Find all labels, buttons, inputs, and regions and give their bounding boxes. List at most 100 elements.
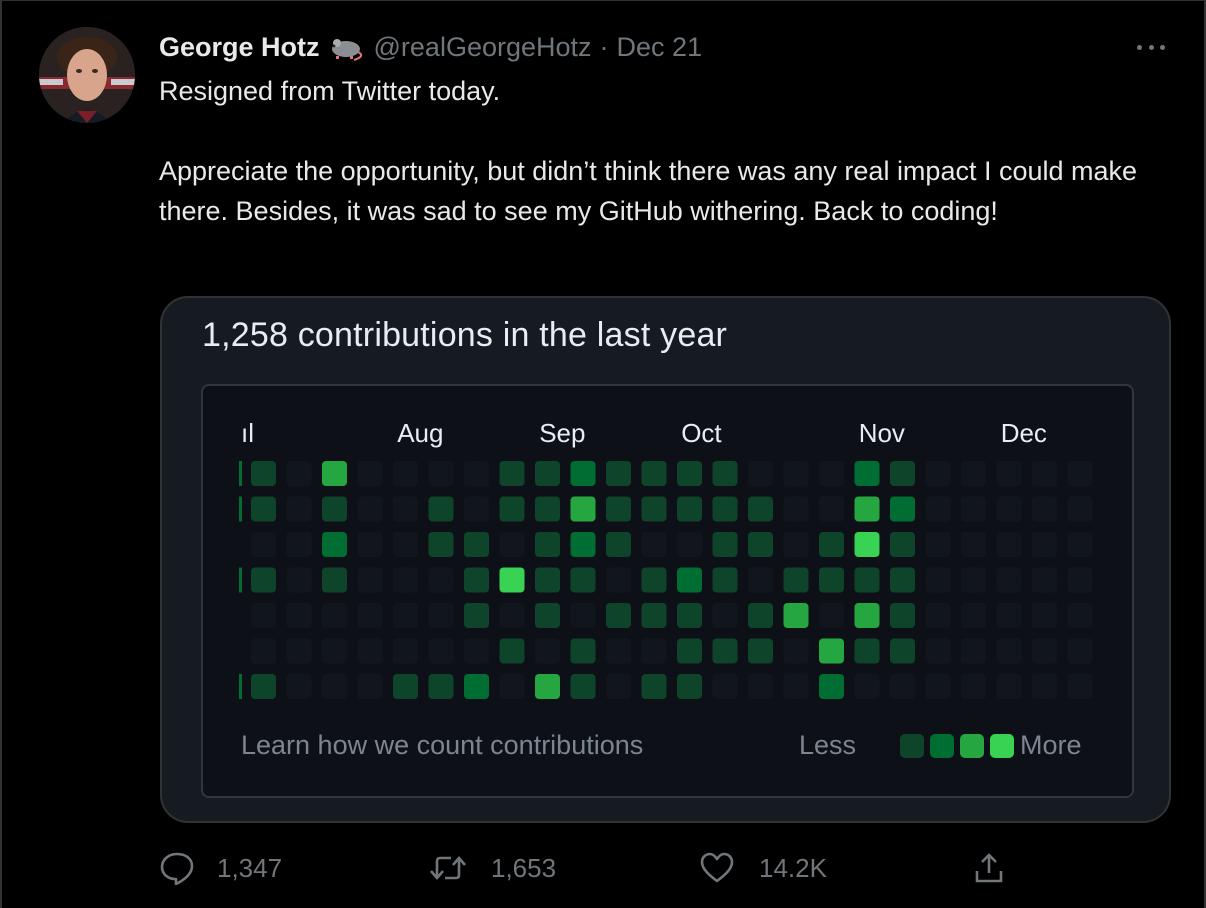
contribution-cell[interactable] bbox=[996, 603, 1022, 628]
contribution-cell[interactable] bbox=[677, 532, 702, 557]
contribution-cell[interactable] bbox=[428, 638, 454, 664]
contribution-cell[interactable] bbox=[606, 603, 631, 628]
contribution-cell[interactable] bbox=[748, 532, 773, 557]
contribution-cell[interactable] bbox=[393, 496, 418, 522]
contribution-cell[interactable] bbox=[499, 496, 525, 522]
contribution-cell[interactable] bbox=[1067, 496, 1093, 522]
contribution-cell[interactable] bbox=[322, 638, 347, 664]
contribution-cell[interactable] bbox=[499, 603, 525, 628]
contribution-cell[interactable] bbox=[677, 638, 702, 664]
contribution-cell[interactable] bbox=[1032, 461, 1057, 486]
contribution-cell[interactable] bbox=[996, 674, 1022, 699]
contribution-cell[interactable] bbox=[783, 603, 809, 628]
contribution-cell[interactable] bbox=[464, 603, 489, 628]
contribution-cell[interactable] bbox=[677, 674, 702, 699]
reply-button[interactable]: 1,347 bbox=[159, 846, 282, 890]
contribution-cell[interactable] bbox=[961, 638, 986, 664]
contribution-cell[interactable] bbox=[428, 461, 454, 486]
contribution-cell[interactable] bbox=[961, 567, 986, 593]
contribution-cell[interactable] bbox=[961, 461, 986, 486]
contribution-cell[interactable] bbox=[641, 567, 667, 593]
contribution-cell[interactable] bbox=[286, 674, 312, 699]
contribution-cell[interactable] bbox=[357, 603, 383, 628]
contribution-cell[interactable] bbox=[606, 567, 631, 593]
contribution-cell[interactable] bbox=[783, 638, 809, 664]
contribution-cell[interactable] bbox=[854, 461, 880, 486]
ellipsis-icon[interactable] bbox=[1133, 37, 1169, 57]
contribution-cell[interactable] bbox=[854, 638, 880, 664]
contribution-cell[interactable] bbox=[641, 496, 667, 522]
retweet-button[interactable]: 1,653 bbox=[429, 846, 556, 890]
contribution-cell[interactable] bbox=[890, 567, 915, 593]
contribution-cell[interactable] bbox=[854, 603, 880, 628]
contribution-cell[interactable] bbox=[357, 638, 383, 664]
contribution-cell[interactable] bbox=[748, 496, 773, 522]
contribution-cell[interactable] bbox=[1032, 603, 1057, 628]
contribution-cell[interactable] bbox=[783, 532, 809, 557]
author-handle[interactable]: @realGeorgeHotz bbox=[374, 32, 592, 63]
contribution-cell[interactable] bbox=[712, 603, 738, 628]
contribution-cell[interactable] bbox=[819, 603, 844, 628]
contribution-cell[interactable] bbox=[854, 532, 880, 557]
contribution-cell[interactable] bbox=[819, 638, 844, 664]
contribution-cell[interactable] bbox=[712, 461, 738, 486]
contribution-cell[interactable] bbox=[606, 674, 631, 699]
contribution-cell[interactable] bbox=[428, 603, 454, 628]
contribution-cell[interactable] bbox=[925, 567, 951, 593]
avatar[interactable] bbox=[39, 27, 135, 123]
contribution-cell[interactable] bbox=[606, 461, 631, 486]
contribution-cell[interactable] bbox=[819, 532, 844, 557]
contribution-cell[interactable] bbox=[677, 461, 702, 486]
contribution-cell[interactable] bbox=[322, 603, 347, 628]
contribution-cell[interactable] bbox=[641, 532, 667, 557]
contribution-cell[interactable] bbox=[925, 638, 951, 664]
contribution-cell[interactable] bbox=[996, 638, 1022, 664]
contribution-cell[interactable] bbox=[357, 496, 383, 522]
contribution-cell[interactable] bbox=[428, 496, 454, 522]
contribution-cell[interactable] bbox=[641, 638, 667, 664]
contribution-cell[interactable] bbox=[925, 532, 951, 557]
contribution-cell[interactable] bbox=[464, 567, 489, 593]
contribution-cell[interactable] bbox=[712, 496, 738, 522]
contribution-cell[interactable] bbox=[393, 461, 418, 486]
contribution-cell[interactable] bbox=[570, 461, 596, 486]
contribution-cell[interactable] bbox=[535, 638, 560, 664]
contribution-cell[interactable] bbox=[1067, 567, 1093, 593]
contribution-cell[interactable] bbox=[322, 496, 347, 522]
contribution-cell[interactable] bbox=[961, 532, 986, 557]
contribution-cell[interactable] bbox=[1032, 567, 1057, 593]
contribution-cell[interactable] bbox=[322, 567, 347, 593]
contribution-cell[interactable] bbox=[251, 567, 276, 593]
contribution-cell[interactable] bbox=[854, 496, 880, 522]
contribution-cell[interactable] bbox=[996, 461, 1022, 486]
contribution-cell[interactable] bbox=[393, 567, 418, 593]
tweet-date[interactable]: Dec 21 bbox=[617, 32, 703, 63]
contribution-cell[interactable] bbox=[570, 496, 596, 522]
contribution-cell[interactable] bbox=[286, 567, 312, 593]
contribution-cell[interactable] bbox=[925, 674, 951, 699]
contribution-cell[interactable] bbox=[322, 461, 347, 486]
contribution-cell[interactable] bbox=[677, 496, 702, 522]
contribution-cell[interactable] bbox=[570, 674, 596, 699]
contribution-cell[interactable] bbox=[641, 461, 667, 486]
contribution-cell[interactable] bbox=[286, 532, 312, 557]
contribution-cell[interactable] bbox=[996, 532, 1022, 557]
contribution-cell[interactable] bbox=[464, 461, 489, 486]
contribution-cell[interactable] bbox=[819, 461, 844, 486]
contribution-cell[interactable] bbox=[393, 674, 418, 699]
contribution-cell[interactable] bbox=[1067, 603, 1093, 628]
contribution-cell[interactable] bbox=[428, 567, 454, 593]
contribution-cell[interactable] bbox=[570, 567, 596, 593]
contribution-cell[interactable] bbox=[251, 532, 276, 557]
contribution-cell[interactable] bbox=[712, 674, 738, 699]
like-button[interactable]: 14.2K bbox=[699, 846, 827, 890]
contribution-cell[interactable] bbox=[1067, 461, 1093, 486]
contribution-cell[interactable] bbox=[641, 674, 667, 699]
contribution-cell[interactable] bbox=[393, 532, 418, 557]
contribution-cell[interactable] bbox=[535, 567, 560, 593]
contribution-cell[interactable] bbox=[890, 532, 915, 557]
contribution-cell[interactable] bbox=[1067, 532, 1093, 557]
contribution-cell[interactable] bbox=[783, 496, 809, 522]
contribution-cell[interactable] bbox=[854, 674, 880, 699]
contribution-cell[interactable] bbox=[286, 603, 312, 628]
